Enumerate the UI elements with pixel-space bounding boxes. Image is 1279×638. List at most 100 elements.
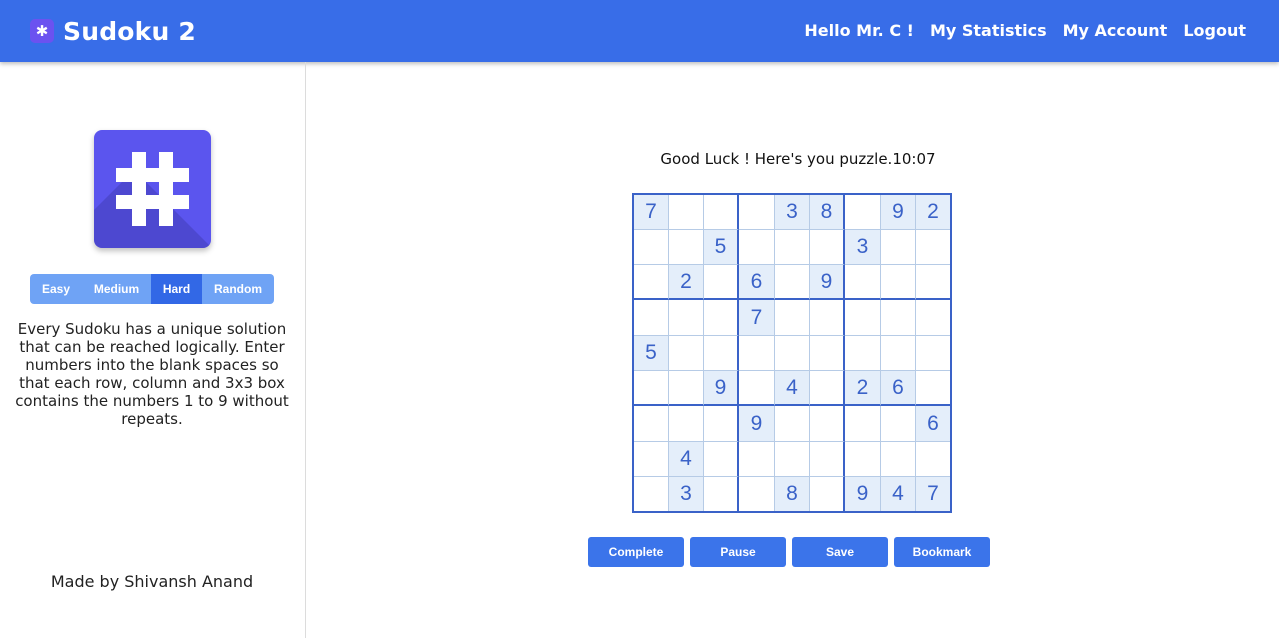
- sudoku-cell[interactable]: [810, 230, 845, 265]
- nav-my-statistics[interactable]: My Statistics: [930, 20, 1047, 42]
- sudoku-cell[interactable]: [810, 477, 845, 511]
- sudoku-cell[interactable]: 6: [881, 371, 916, 406]
- sudoku-cell[interactable]: [669, 336, 704, 371]
- save-button[interactable]: Save: [792, 537, 888, 567]
- sudoku-cell[interactable]: [704, 265, 739, 300]
- sudoku-cell[interactable]: 7: [739, 300, 775, 336]
- sudoku-cell[interactable]: [704, 477, 739, 511]
- sudoku-cell[interactable]: [881, 300, 916, 336]
- sudoku-cell[interactable]: [881, 442, 916, 477]
- sudoku-cell[interactable]: 2: [669, 265, 704, 300]
- level-random-button[interactable]: Random: [202, 274, 274, 304]
- sudoku-cell[interactable]: [845, 195, 881, 230]
- sudoku-cell[interactable]: [881, 336, 916, 371]
- sudoku-cell[interactable]: [704, 406, 739, 442]
- sudoku-cell[interactable]: [810, 300, 845, 336]
- sudoku-cell[interactable]: 8: [775, 477, 810, 511]
- difficulty-selector: Easy Medium Hard Random: [30, 274, 274, 304]
- sudoku-cell[interactable]: [704, 442, 739, 477]
- gear-icon: ✱: [30, 19, 54, 43]
- sudoku-cell[interactable]: [916, 265, 950, 300]
- sudoku-cell[interactable]: 4: [881, 477, 916, 511]
- sudoku-cell[interactable]: [634, 371, 669, 406]
- sudoku-cell[interactable]: [669, 371, 704, 406]
- sudoku-cell[interactable]: [669, 300, 704, 336]
- sudoku-cell[interactable]: 8: [810, 195, 845, 230]
- sudoku-cell[interactable]: [916, 442, 950, 477]
- sudoku-cell[interactable]: 9: [881, 195, 916, 230]
- level-hard-button[interactable]: Hard: [151, 274, 202, 304]
- sudoku-cell[interactable]: [704, 195, 739, 230]
- level-easy-button[interactable]: Easy: [30, 274, 82, 304]
- sudoku-cell[interactable]: [881, 265, 916, 300]
- sudoku-cell[interactable]: [810, 336, 845, 371]
- sudoku-cell[interactable]: 5: [634, 336, 669, 371]
- sudoku-cell[interactable]: [916, 336, 950, 371]
- nav-greeting[interactable]: Hello Mr. C !: [804, 20, 914, 42]
- sudoku-cell[interactable]: 2: [916, 195, 950, 230]
- sudoku-cell[interactable]: [810, 406, 845, 442]
- sudoku-cell[interactable]: 6: [739, 265, 775, 300]
- sudoku-cell[interactable]: [739, 442, 775, 477]
- sudoku-cell[interactable]: [775, 300, 810, 336]
- sudoku-cell[interactable]: [634, 442, 669, 477]
- sudoku-cell[interactable]: 9: [810, 265, 845, 300]
- bookmark-button[interactable]: Bookmark: [894, 537, 990, 567]
- sudoku-cell[interactable]: 6: [916, 406, 950, 442]
- sudoku-cell[interactable]: [739, 371, 775, 406]
- sudoku-cell[interactable]: [704, 336, 739, 371]
- sudoku-cell[interactable]: 5: [704, 230, 739, 265]
- sudoku-cell[interactable]: 3: [845, 230, 881, 265]
- sudoku-cell[interactable]: [845, 300, 881, 336]
- sudoku-cell[interactable]: [775, 230, 810, 265]
- sudoku-cell[interactable]: 4: [669, 442, 704, 477]
- sudoku-cell[interactable]: [739, 195, 775, 230]
- sudoku-cell[interactable]: [739, 477, 775, 511]
- sudoku-cell[interactable]: [775, 406, 810, 442]
- sudoku-cell[interactable]: [739, 230, 775, 265]
- sudoku-cell[interactable]: [916, 230, 950, 265]
- nav-links: Hello Mr. C ! My Statistics My Account L…: [788, 20, 1246, 42]
- sudoku-cell[interactable]: [845, 442, 881, 477]
- sudoku-cell[interactable]: [881, 406, 916, 442]
- sudoku-cell[interactable]: [916, 300, 950, 336]
- sudoku-cell[interactable]: [669, 230, 704, 265]
- sudoku-cell[interactable]: [775, 336, 810, 371]
- top-navbar: ✱ Sudoku 2 Hello Mr. C ! My Statistics M…: [0, 0, 1279, 62]
- action-buttons: Complete Pause Save Bookmark: [588, 537, 996, 567]
- sudoku-cell[interactable]: [916, 371, 950, 406]
- sudoku-cell[interactable]: 9: [739, 406, 775, 442]
- pause-button[interactable]: Pause: [690, 537, 786, 567]
- sudoku-cell[interactable]: 9: [845, 477, 881, 511]
- sudoku-cell[interactable]: [669, 195, 704, 230]
- sudoku-cell[interactable]: 3: [669, 477, 704, 511]
- sudoku-cell[interactable]: [634, 406, 669, 442]
- sudoku-cell[interactable]: [775, 442, 810, 477]
- sudoku-cell[interactable]: [845, 265, 881, 300]
- sudoku-cell[interactable]: 2: [845, 371, 881, 406]
- sudoku-cell[interactable]: 7: [916, 477, 950, 511]
- sudoku-cell[interactable]: [634, 477, 669, 511]
- sudoku-cell[interactable]: [704, 300, 739, 336]
- sudoku-cell[interactable]: [810, 371, 845, 406]
- level-medium-button[interactable]: Medium: [82, 274, 151, 304]
- app-title: Sudoku 2: [63, 16, 196, 46]
- sudoku-cell[interactable]: [739, 336, 775, 371]
- complete-button[interactable]: Complete: [588, 537, 684, 567]
- sudoku-cell[interactable]: 9: [704, 371, 739, 406]
- sudoku-cell[interactable]: [634, 265, 669, 300]
- nav-logout[interactable]: Logout: [1183, 20, 1246, 42]
- sudoku-cell[interactable]: 4: [775, 371, 810, 406]
- sudoku-cell[interactable]: [634, 300, 669, 336]
- sudoku-cell[interactable]: 3: [775, 195, 810, 230]
- sudoku-cell[interactable]: [845, 406, 881, 442]
- sudoku-cell[interactable]: [634, 230, 669, 265]
- sudoku-cell[interactable]: [845, 336, 881, 371]
- sudoku-cell[interactable]: [775, 265, 810, 300]
- nav-my-account[interactable]: My Account: [1063, 20, 1168, 42]
- sudoku-cell[interactable]: 7: [634, 195, 669, 230]
- brand[interactable]: ✱ Sudoku 2: [30, 15, 196, 47]
- sudoku-cell[interactable]: [810, 442, 845, 477]
- sudoku-cell[interactable]: [881, 230, 916, 265]
- sudoku-cell[interactable]: [669, 406, 704, 442]
